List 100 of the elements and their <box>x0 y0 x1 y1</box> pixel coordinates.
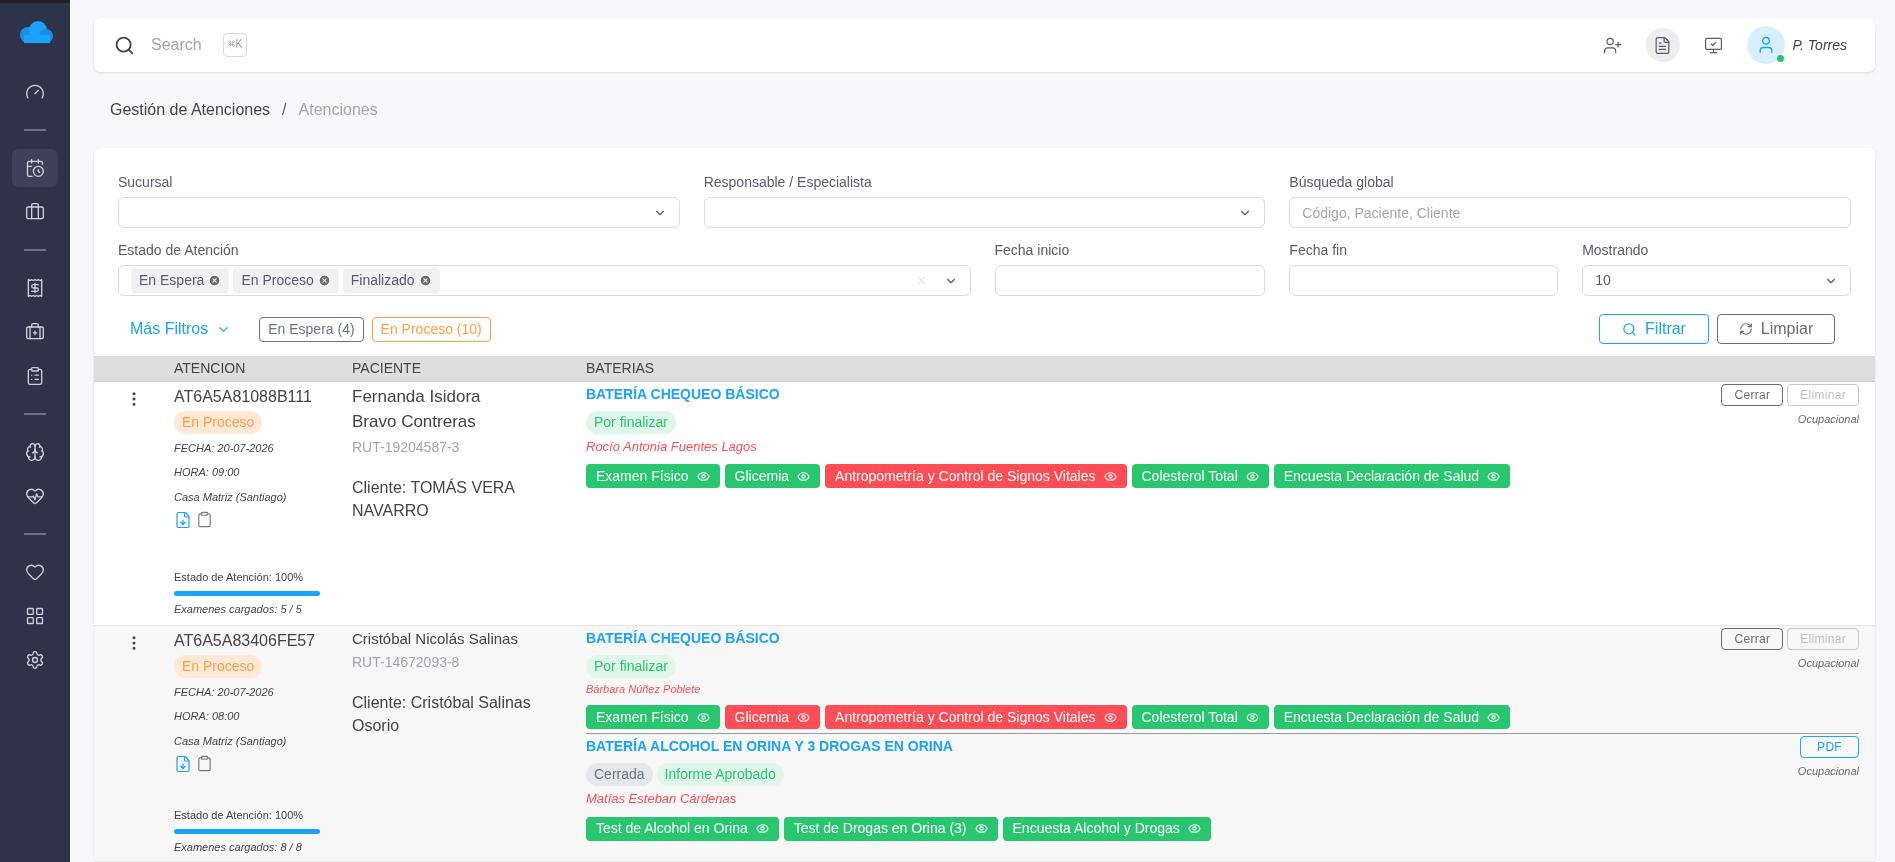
row-action-button[interactable]: Cerrar <box>1721 627 1784 650</box>
exam-tag[interactable]: Colesterol Total <box>1131 705 1269 729</box>
global-search-field[interactable]: Código, Paciente, Cliente <box>1289 197 1851 228</box>
end-date-field[interactable] <box>1289 265 1559 296</box>
page-size-select[interactable]: 10 <box>1582 265 1851 296</box>
branch-text: Casa Matriz (Santiago) <box>174 733 287 749</box>
status-chip[interactable]: En Proceso <box>233 268 339 293</box>
patient-rut: RUT-14672093-8 <box>352 653 460 672</box>
column-header: BATERIAS <box>586 358 655 378</box>
status-badge: En Proceso <box>174 410 263 434</box>
responsible-name: Rocío Antonia Fuentes Lagos <box>586 437 757 456</box>
exam-tag[interactable]: Antropometría y Control de Signos Vitales <box>825 464 1127 488</box>
battery-title[interactable]: BATERÍA CHEQUEO BÁSICO <box>586 627 780 649</box>
remove-icon[interactable] <box>208 274 222 287</box>
battery-title[interactable]: BATERÍA ALCOHOL EN ORINA Y 3 DROGAS EN ORINA <box>586 736 953 757</box>
quick-filter-chip[interactable]: En Espera (4) <box>259 316 364 342</box>
eye-icon <box>1103 469 1117 483</box>
field-label: Fecha inicio <box>994 241 1070 260</box>
search-icon <box>1622 321 1638 337</box>
exams-loaded-text: Examenes cargados: 5 / 5 <box>174 601 302 617</box>
exam-tag[interactable]: Encuesta Alcohol y Drogas <box>1002 816 1211 841</box>
progress-label: Estado de Atención: 100% <box>174 570 304 585</box>
eye-icon <box>755 822 769 835</box>
responsible-name: Matías Esteban Cárdenas <box>586 790 737 808</box>
eye-icon <box>1487 710 1501 724</box>
exam-tag[interactable]: Examen Físico <box>586 705 720 729</box>
search-icon <box>114 34 135 56</box>
battery-status-badge: Cerrada <box>586 763 653 786</box>
breadcrumb-link[interactable]: Gestión de Atenciones <box>110 98 271 122</box>
eye-icon <box>797 469 811 483</box>
eye-icon <box>797 710 811 724</box>
brain-icon <box>25 442 45 462</box>
status-chip[interactable]: Finalizado <box>342 268 440 293</box>
receipt-icon <box>25 278 45 298</box>
time-text: HORA: 09:00 <box>174 465 240 480</box>
exam-tag[interactable]: Encuesta Declaración de Salud <box>1273 464 1511 488</box>
clipboard-icon[interactable] <box>196 511 213 528</box>
clipboard-icon[interactable] <box>196 755 213 772</box>
eye-icon <box>696 710 710 724</box>
start-date-field[interactable] <box>994 265 1266 296</box>
patient-rut: RUT-19204587-3 <box>352 437 460 457</box>
remove-icon[interactable] <box>418 274 432 287</box>
exam-tag[interactable]: Antropometría y Control de Signos Vitales <box>825 705 1127 729</box>
exam-tag[interactable]: Examen Físico <box>586 464 720 488</box>
battery-status-badge: Por finalizar <box>586 654 676 678</box>
monitor-check-icon[interactable] <box>1703 35 1723 55</box>
download-document-icon[interactable] <box>174 511 192 529</box>
eye-icon <box>1245 710 1259 724</box>
date-text: FECHA: 20-07-2026 <box>174 440 274 456</box>
exam-tag[interactable]: Encuesta Declaración de Salud <box>1273 705 1511 729</box>
field-label: Búsqueda global <box>1289 173 1394 192</box>
download-document-icon[interactable] <box>174 755 192 773</box>
medical-briefcase-icon <box>25 322 45 342</box>
field-label: Estado de Atención <box>118 241 239 260</box>
column-header: PACIENTE <box>352 358 422 378</box>
shortcut-key: ⌘K <box>223 33 248 57</box>
grid-icon <box>25 606 45 626</box>
patient-name: Fernanda Isidora Bravo Contreras <box>352 385 482 433</box>
eye-icon <box>1187 822 1201 835</box>
add-user-icon[interactable] <box>1602 35 1622 55</box>
branch-text: Casa Matriz (Santiago) <box>174 489 287 505</box>
user-name: P. Torres <box>1792 35 1848 55</box>
heart-pulse-icon <box>25 486 45 506</box>
search-field[interactable]: Search <box>151 33 211 57</box>
client-text: Cliente: Cristóbal Salinas Osorio <box>352 693 532 737</box>
settings-icon <box>25 650 45 670</box>
exam-tag[interactable]: Test de Alcohol en Orina <box>586 816 779 841</box>
row-action-button[interactable]: Cerrar <box>1721 383 1784 406</box>
eye-icon <box>974 822 988 835</box>
client-text: Cliente: TOMÁS VERA NAVARRO <box>352 477 516 521</box>
exam-tag[interactable]: Glicemia <box>724 464 821 488</box>
eye-icon <box>1487 469 1501 483</box>
exam-tag[interactable]: Glicemia <box>724 705 821 729</box>
exam-tag[interactable]: Test de Drogas en Orina (3) <box>783 816 998 841</box>
field-label: Mostrando <box>1582 241 1649 260</box>
breadcrumb-link[interactable]: Atenciones <box>298 98 378 122</box>
status-multi-select[interactable]: En Espera En Proceso Finalizado <box>118 265 971 296</box>
quick-filter-chip[interactable]: En Proceso (10) <box>371 316 491 342</box>
battery-title[interactable]: BATERÍA CHEQUEO BÁSICO <box>586 383 780 405</box>
filter-button[interactable]: Filtrar <box>1599 314 1709 344</box>
calendar-clock-icon <box>25 158 45 178</box>
clear-button[interactable]: Limpiar <box>1717 314 1835 344</box>
responsible-name: Bárbara Núñez Poblete <box>586 681 701 697</box>
eye-icon <box>1103 710 1117 724</box>
date-text: FECHA: 20-07-2026 <box>174 684 274 700</box>
document-button[interactable] <box>1645 28 1680 62</box>
sidebar-item[interactable] <box>12 149 58 187</box>
eye-icon <box>696 469 710 483</box>
status-chip[interactable]: En Espera <box>131 268 230 293</box>
remove-icon[interactable] <box>317 274 331 287</box>
type-text: Ocupacional <box>1797 411 1859 427</box>
document-icon <box>1653 35 1672 55</box>
attention-code: AT6A5A83406FE57 <box>174 630 316 651</box>
exam-tag[interactable]: Colesterol Total <box>1131 464 1269 488</box>
patient-name: Cristóbal Nicolás Salinas <box>352 628 519 649</box>
field-label: Responsable / Especialista <box>703 173 872 192</box>
refresh-icon <box>1738 322 1753 336</box>
pdf-button[interactable]: PDF <box>1800 736 1859 758</box>
type-text: Ocupacional <box>1797 655 1859 671</box>
more-filters-link[interactable]: Más Filtros <box>118 317 244 341</box>
